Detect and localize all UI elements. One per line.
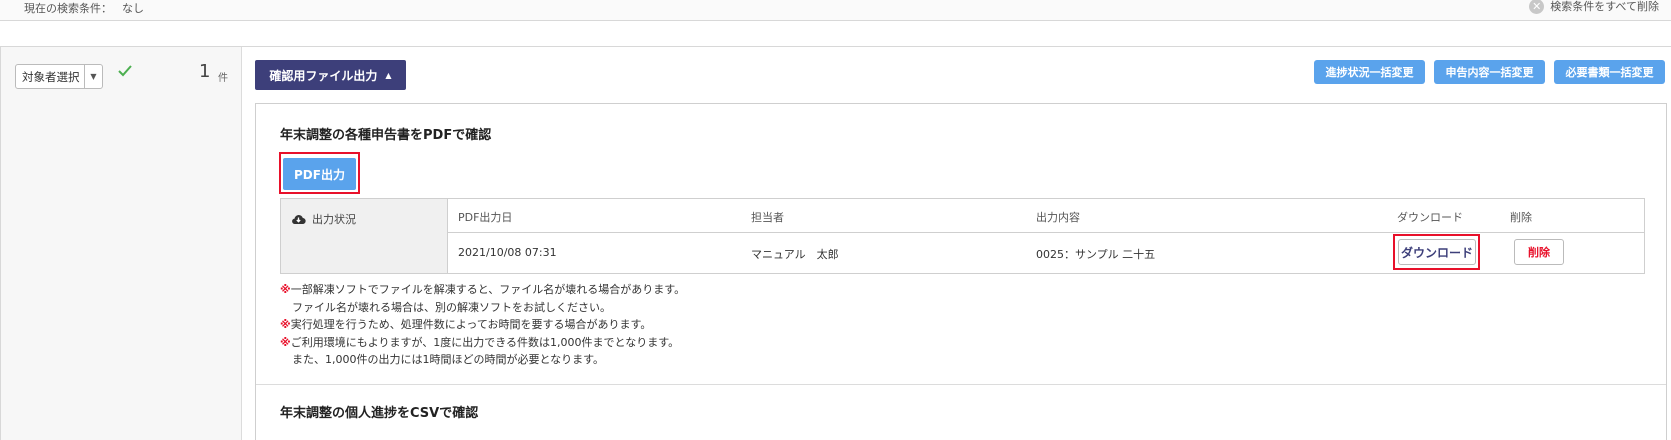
csv-section-title: 年末調整の個人進捗をCSVで確認 [280, 406, 479, 421]
confirm-file-output-button[interactable]: 確認用ファイル出力 ▲ [255, 60, 406, 90]
note-item: ファイル名が壊れる場合は、別の解凍ソフトをお試しください。 [292, 300, 611, 314]
highlight-box-pdf [279, 152, 360, 194]
left-sidebar: 対象者選択 ▼ 1 件 [1, 47, 242, 440]
confirm-file-output-label: 確認用ファイル出力 [269, 68, 378, 83]
output-status-header: 出力状況 [281, 199, 448, 273]
col-header-pdf-date: PDF出力日 [458, 211, 513, 224]
section-divider [256, 384, 1666, 385]
clear-circle-icon: ✕ [1529, 0, 1545, 14]
chevron-down-icon: ▼ [84, 65, 102, 88]
clear-all-conditions-link[interactable]: ✕ 検索条件をすべて削除 [1529, 0, 1659, 14]
selected-count-unit: 件 [218, 73, 228, 84]
main-panel: 対象者選択 ▼ 1 件 確認用ファイル出力 ▲ 進捗状況一括変更 申告内容一括変… [0, 46, 1671, 440]
target-select-label: 対象者選択 [22, 69, 80, 84]
col-header-download: ダウンロード [1397, 211, 1463, 224]
caret-up-icon: ▲ [385, 70, 392, 80]
note-item: また、1,000件の出力には1時間ほどの時間が必要となります。 [292, 353, 605, 366]
search-condition-bar: 現在の検索条件： なし ✕ 検索条件をすべて削除 [0, 0, 1671, 21]
col-header-delete: 削除 [1510, 211, 1532, 224]
delete-button[interactable]: 削除 [1514, 239, 1564, 265]
search-condition-label: 現在の検索条件： [24, 2, 112, 15]
output-status-table: 出力状況 PDF出力日 担当者 出力内容 ダウンロード 削除 2021/10/0… [280, 198, 1645, 274]
output-status-label: 出力状況 [312, 213, 356, 226]
notes-list: ※一部解凍ソフトでファイルを解凍すると、ファイル名が壊れる場合があります。 ファ… [280, 281, 685, 369]
cell-content: 0025：サンプル 二十五 [1036, 248, 1156, 261]
clear-all-conditions-label: 検索条件をすべて削除 [1550, 0, 1659, 13]
check-icon [118, 65, 132, 77]
highlight-box-download [1393, 234, 1480, 270]
target-select-dropdown[interactable]: 対象者選択 ▼ [15, 64, 103, 89]
note-item: ※実行処理を行うため、処理件数によってお時間を要する場合があります。 [280, 318, 652, 331]
table-row-divider [448, 232, 1644, 233]
col-header-content: 出力内容 [1036, 211, 1080, 224]
bulk-progress-change-button[interactable]: 進捗状況一括変更 [1314, 60, 1425, 84]
search-condition-value: なし [122, 2, 144, 15]
pdf-section-title: 年末調整の各種申告書をPDFで確認 [280, 128, 492, 143]
col-header-person: 担当者 [751, 211, 784, 224]
file-output-panel: 年末調整の各種申告書をPDFで確認 PDF出力 出力状況 PDF出力日 担当者 … [255, 103, 1667, 440]
cell-person: マニュアル 太郎 [751, 248, 839, 261]
cell-pdf-date: 2021/10/08 07:31 [458, 246, 557, 259]
selected-count: 1 [199, 61, 211, 82]
bulk-declaration-change-button[interactable]: 申告内容一括変更 [1434, 60, 1545, 84]
note-item: ※ご利用環境にもよりますが、1度に出力できる件数は1,000件までとなります。 [280, 335, 680, 349]
cloud-download-icon [292, 214, 306, 225]
note-item: ※一部解凍ソフトでファイルを解凍すると、ファイル名が壊れる場合があります。 [280, 283, 686, 296]
bulk-documents-change-button[interactable]: 必要書類一括変更 [1554, 60, 1665, 84]
